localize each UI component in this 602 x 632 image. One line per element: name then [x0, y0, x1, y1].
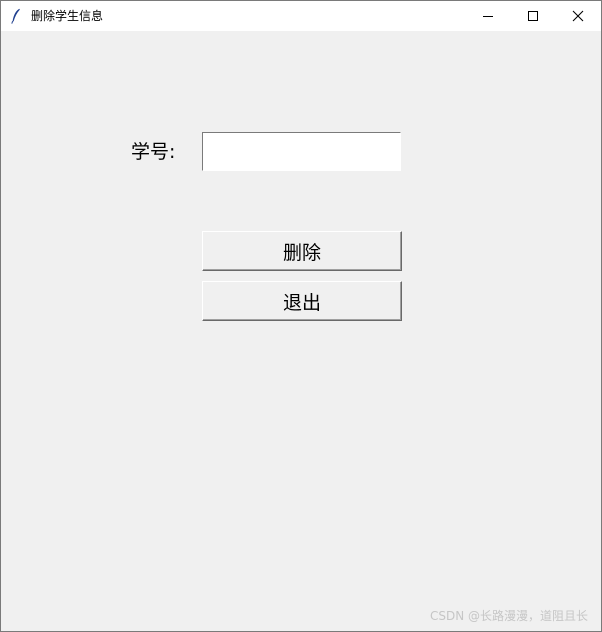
student-id-label: 学号:	[131, 141, 176, 163]
feather-icon	[11, 8, 21, 24]
maximize-button[interactable]	[510, 1, 556, 31]
minimize-icon	[482, 7, 494, 26]
window-title: 删除学生信息	[31, 9, 104, 23]
app-window: 删除学生信息 学号: 删除 退出 CSDN @长路漫漫，道阻且长	[0, 0, 602, 632]
watermark: CSDN @长路漫漫，道阻且长	[429, 609, 588, 623]
exit-button[interactable]: 退出	[202, 281, 402, 321]
window-client-area: 学号: 删除 退出 CSDN @长路漫漫，道阻且长	[1, 31, 601, 631]
student-id-input[interactable]	[202, 132, 401, 171]
close-button[interactable]	[555, 1, 601, 31]
close-icon	[572, 7, 584, 26]
minimize-button[interactable]	[465, 1, 511, 31]
delete-button[interactable]: 删除	[202, 231, 402, 271]
title-bar[interactable]: 删除学生信息	[1, 1, 601, 31]
maximize-icon	[527, 7, 539, 26]
